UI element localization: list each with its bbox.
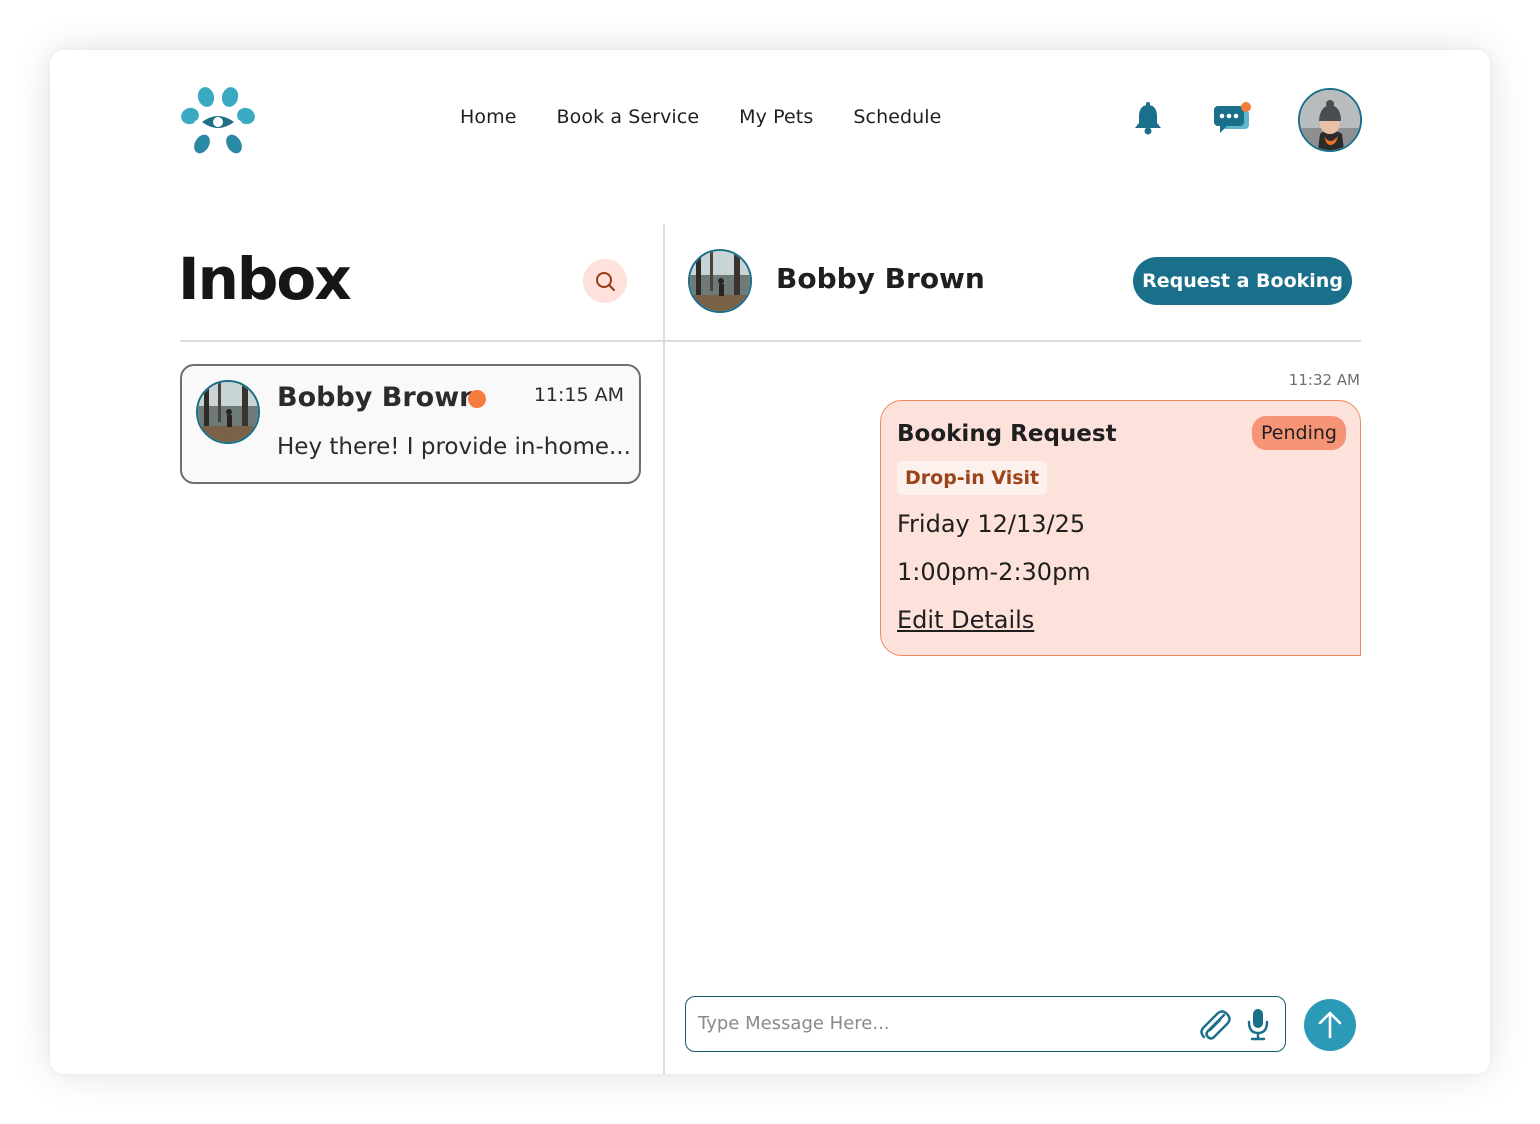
- message-input[interactable]: [698, 997, 1178, 1050]
- inbox-divider: [180, 340, 664, 342]
- request-booking-button[interactable]: Request a Booking: [1133, 257, 1352, 305]
- booking-time: 1:00pm-2:30pm: [897, 558, 1091, 586]
- unread-indicator: [468, 390, 486, 408]
- message-timestamp: 11:32 AM: [1288, 371, 1360, 389]
- edit-details-link[interactable]: Edit Details: [897, 606, 1034, 634]
- nav-home[interactable]: Home: [460, 106, 517, 128]
- conversation-item[interactable]: Bobby Brown 11:15 AM Hey there! I provid…: [180, 364, 641, 484]
- paw-logo-icon[interactable]: [178, 84, 258, 156]
- booking-date: Friday 12/13/25: [897, 510, 1086, 538]
- booking-title: Booking Request: [897, 421, 1117, 447]
- nav-schedule[interactable]: Schedule: [853, 106, 941, 128]
- nav-my-pets[interactable]: My Pets: [739, 106, 813, 128]
- search-button[interactable]: [583, 259, 627, 303]
- message-composer: [685, 996, 1286, 1052]
- app-window: Home Book a Service My Pets Schedule Inb: [50, 50, 1490, 1074]
- contact-name: Bobby Brown: [776, 262, 985, 295]
- conversation-name: Bobby Brown: [277, 382, 479, 413]
- chat-divider: [665, 340, 1361, 342]
- contact-avatar[interactable]: [688, 249, 752, 313]
- bell-icon[interactable]: [1132, 102, 1164, 136]
- microphone-icon[interactable]: [1245, 1007, 1271, 1041]
- conversation-avatar: [196, 380, 260, 444]
- column-divider: [663, 224, 665, 1074]
- send-arrow-icon: [1318, 1011, 1342, 1039]
- service-tag: Drop-in Visit: [897, 461, 1048, 495]
- page-title: Inbox: [178, 245, 352, 313]
- conversation-time: 11:15 AM: [533, 384, 624, 406]
- booking-request-card: Booking Request Pending Drop-in Visit Fr…: [880, 400, 1361, 656]
- main-nav: Home Book a Service My Pets Schedule: [460, 106, 941, 128]
- search-icon: [596, 272, 615, 291]
- nav-book-a-service[interactable]: Book a Service: [557, 106, 700, 128]
- paperclip-icon[interactable]: [1198, 1009, 1232, 1041]
- chat-icon[interactable]: [1212, 100, 1252, 136]
- conversation-preview: Hey there! I provide in-home...: [277, 434, 631, 460]
- user-avatar[interactable]: [1298, 88, 1362, 152]
- notification-dot: [1241, 102, 1251, 112]
- send-button[interactable]: [1304, 999, 1356, 1051]
- status-badge: Pending: [1252, 416, 1346, 450]
